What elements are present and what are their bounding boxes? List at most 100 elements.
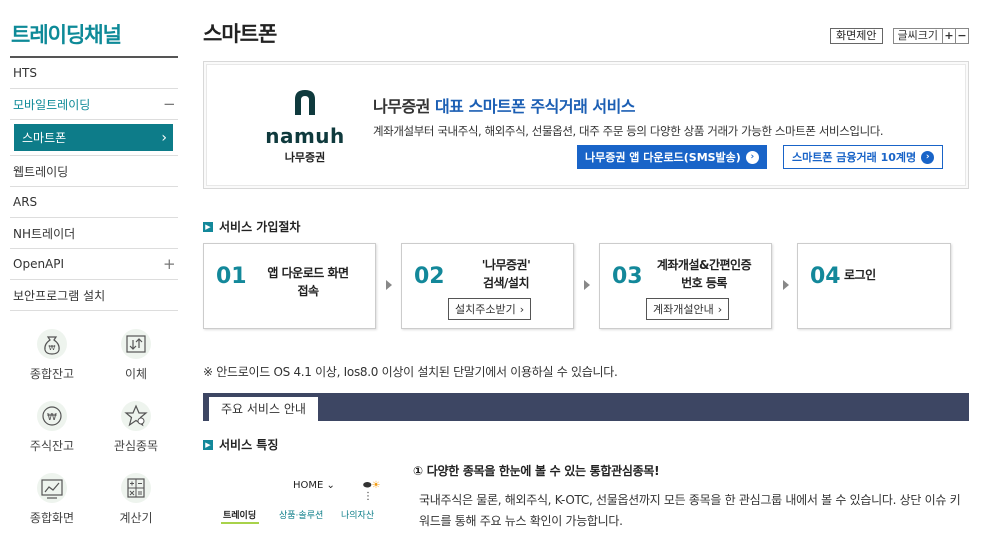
step-line: 로그인: [844, 268, 876, 282]
arrow-right-icon: ›: [745, 150, 759, 164]
arrow-right-icon: ›: [921, 150, 935, 164]
step-line: '나무증권': [481, 258, 531, 272]
logo-subtext: 나무증권: [284, 151, 326, 164]
expand-icon[interactable]: +: [163, 255, 176, 273]
sidebar-title: 트레이딩채널: [10, 0, 178, 58]
sidebar-item-nh-trader[interactable]: NH트레이더: [10, 218, 178, 249]
sidebar-item-security-program[interactable]: 보안프로그램 설치: [10, 280, 178, 311]
button-label: 나무증권 앱 다운로드(SMS발송): [585, 151, 741, 164]
collapse-icon[interactable]: −: [163, 95, 176, 113]
step-line: 번호 등록: [681, 276, 727, 290]
procedure-steps: 01 앱 다운로드 화면 접속 02 '나무증권' 검색/설치 설치주소받기 › 03…: [203, 243, 969, 329]
mock-home-text: HOME: [293, 480, 324, 491]
app-screen-mockup: HOME ⌄ ⬬☀ ⋮ 트레이딩 상품·솔루션 나의자산: [217, 470, 387, 536]
sidebar-item-hts[interactable]: HTS: [10, 58, 178, 89]
section-marker-icon: ▶: [203, 221, 213, 232]
step-line: 계좌개설&간편인증: [656, 258, 752, 272]
quick-link-transfer[interactable]: 이체: [94, 328, 178, 382]
chart-window-icon: [37, 473, 67, 503]
sidebar-item-label: HTS: [13, 66, 37, 80]
service-banner: namuh 나무증권 나무증권 대표 스마트폰 주식거래 서비스 계좌개설부터 …: [203, 61, 969, 189]
banner-description: 계좌개설부터 국내주식, 해외주식, 선물옵션, 대주 주문 등의 다양한 상품…: [373, 124, 884, 138]
step-text: 앱 다운로드 화면 접속: [252, 264, 364, 300]
quick-link-stock-balance[interactable]: ₩ 주식잔고: [10, 400, 94, 454]
sidebar-item-label: 모바일트레이딩: [13, 97, 91, 112]
mock-tab-trading: 트레이딩: [223, 511, 257, 521]
mock-tab-underline: [221, 522, 259, 524]
sidebar-subitem-label: 스마트폰: [22, 131, 67, 145]
button-label: 스마트폰 금융거래 10계명: [792, 151, 917, 164]
mock-tab-products: 상품·솔루션: [279, 511, 324, 521]
step-line: 접속: [297, 284, 319, 298]
star-icon: [121, 401, 151, 431]
app-download-button[interactable]: 나무증권 앱 다운로드(SMS발송) ›: [577, 145, 767, 169]
procedure-section-title: ▶ 서비스 가입절차: [203, 218, 300, 235]
sidebar-item-label: 보안프로그램 설치: [13, 288, 106, 303]
font-decrease-button[interactable]: −: [955, 29, 968, 43]
step-card-4: 04 로그인: [797, 243, 951, 329]
sidebar-item-openapi[interactable]: OpenAPI +: [10, 249, 178, 280]
step-card-3: 03 계좌개설&간편인증번호 등록 계좌개설안내 ›: [599, 243, 772, 329]
sidebar-item-mobile-trading[interactable]: 모바일트레이딩 −: [10, 89, 178, 120]
feature-1-title: ① 다양한 종목을 한눈에 볼 수 있는 통합관심종목!: [413, 464, 660, 478]
step-text: 계좌개설&간편인증번호 등록: [648, 256, 760, 292]
namuh-logo: namuh 나무증권: [265, 87, 345, 165]
sidebar-subitem-row: 스마트폰 ›: [10, 120, 178, 156]
sidebar-item-ars[interactable]: ARS: [10, 187, 178, 218]
sidebar-item-label: ARS: [13, 195, 38, 209]
account-opening-guide-button[interactable]: 계좌개설안내 ›: [646, 298, 730, 320]
quick-link-label: 주식잔고: [29, 439, 75, 453]
font-size-control: 글씨크기 + −: [892, 28, 969, 44]
page-tools: 화면제안 글씨크기 + −: [830, 28, 969, 44]
quick-link-calculator[interactable]: 계산기: [94, 472, 178, 526]
button-label: 설치주소받기: [455, 303, 516, 316]
step-arrow-icon: [783, 280, 789, 290]
headline-rest: 대표 스마트폰 주식거래 서비스: [429, 97, 636, 116]
quick-link-watchlist[interactable]: 관심종목: [94, 400, 178, 454]
font-increase-button[interactable]: +: [942, 29, 955, 43]
sidebar-item-label: OpenAPI: [13, 257, 65, 271]
chevron-right-icon: ›: [519, 302, 525, 316]
section-marker-icon: ▶: [203, 439, 213, 450]
get-install-url-button[interactable]: 설치주소받기 ›: [448, 298, 532, 320]
step-line: 검색/설치: [482, 276, 530, 290]
step-number: 02: [414, 264, 445, 289]
section-title-text: 서비스 특징: [219, 438, 279, 452]
quick-link-label: 관심종목: [113, 439, 159, 453]
step-arrow-icon: [386, 280, 392, 290]
tab-bar: 주요 서비스 안내: [203, 393, 969, 421]
os-notice: ※ 안드로이드 OS 4.1 이상, Ios8.0 이상이 설치된 단말기에서 …: [203, 365, 618, 379]
money-bag-icon: ₩: [37, 329, 67, 359]
tab-main-services[interactable]: 주요 서비스 안내: [209, 397, 318, 421]
namuh-logo-icon: [295, 90, 315, 115]
button-label: 계좌개설안내: [653, 303, 714, 316]
step-number: 03: [612, 264, 643, 289]
banner-headline: 나무증권 대표 스마트폰 주식거래 서비스: [373, 93, 636, 117]
quick-link-overview[interactable]: 종합화면: [10, 472, 94, 526]
mock-home-label: HOME ⌄: [293, 480, 335, 491]
quick-link-label: 종합화면: [29, 511, 75, 525]
logo-wordmark: namuh: [265, 124, 345, 148]
step-text: '나무증권' 검색/설치: [450, 256, 562, 292]
step-number: 04: [810, 264, 841, 289]
headline-company: 나무증권: [373, 97, 430, 116]
svg-text:₩: ₩: [49, 344, 56, 352]
quick-link-total-balance[interactable]: ₩ 종합잔고: [10, 328, 94, 382]
quick-link-label: 계산기: [119, 511, 153, 525]
sidebar-item-web-trading[interactable]: 웹트레이딩: [10, 156, 178, 187]
step-card-2: 02 '나무증권' 검색/설치 설치주소받기 ›: [401, 243, 574, 329]
finance-rules-button[interactable]: 스마트폰 금융거래 10계명 ›: [783, 145, 944, 169]
chevron-right-icon: ›: [161, 129, 167, 146]
suggest-screen-button[interactable]: 화면제안: [830, 28, 883, 44]
mock-toggle-icon: ⬬☀ ⋮: [363, 480, 381, 502]
step-card-1: 01 앱 다운로드 화면 접속: [203, 243, 376, 329]
quick-link-label: 이체: [124, 367, 148, 381]
transfer-icon: [121, 329, 151, 359]
chevron-right-icon: ›: [717, 302, 723, 316]
sidebar-subitem-smartphone[interactable]: 스마트폰 ›: [14, 124, 173, 151]
mock-tab-assets: 나의자산: [341, 511, 375, 521]
quick-links: ₩ 종합잔고 이체 ₩ 주식잔고 관심종목 종합화면 계산기: [10, 328, 178, 526]
sidebar: 트레이딩채널 HTS 모바일트레이딩 − 스마트폰 › 웹트레이딩 ARS NH…: [10, 0, 178, 311]
calculator-icon: [121, 473, 151, 503]
banner-inner: namuh 나무증권 나무증권 대표 스마트폰 주식거래 서비스 계좌개설부터 …: [206, 64, 966, 186]
